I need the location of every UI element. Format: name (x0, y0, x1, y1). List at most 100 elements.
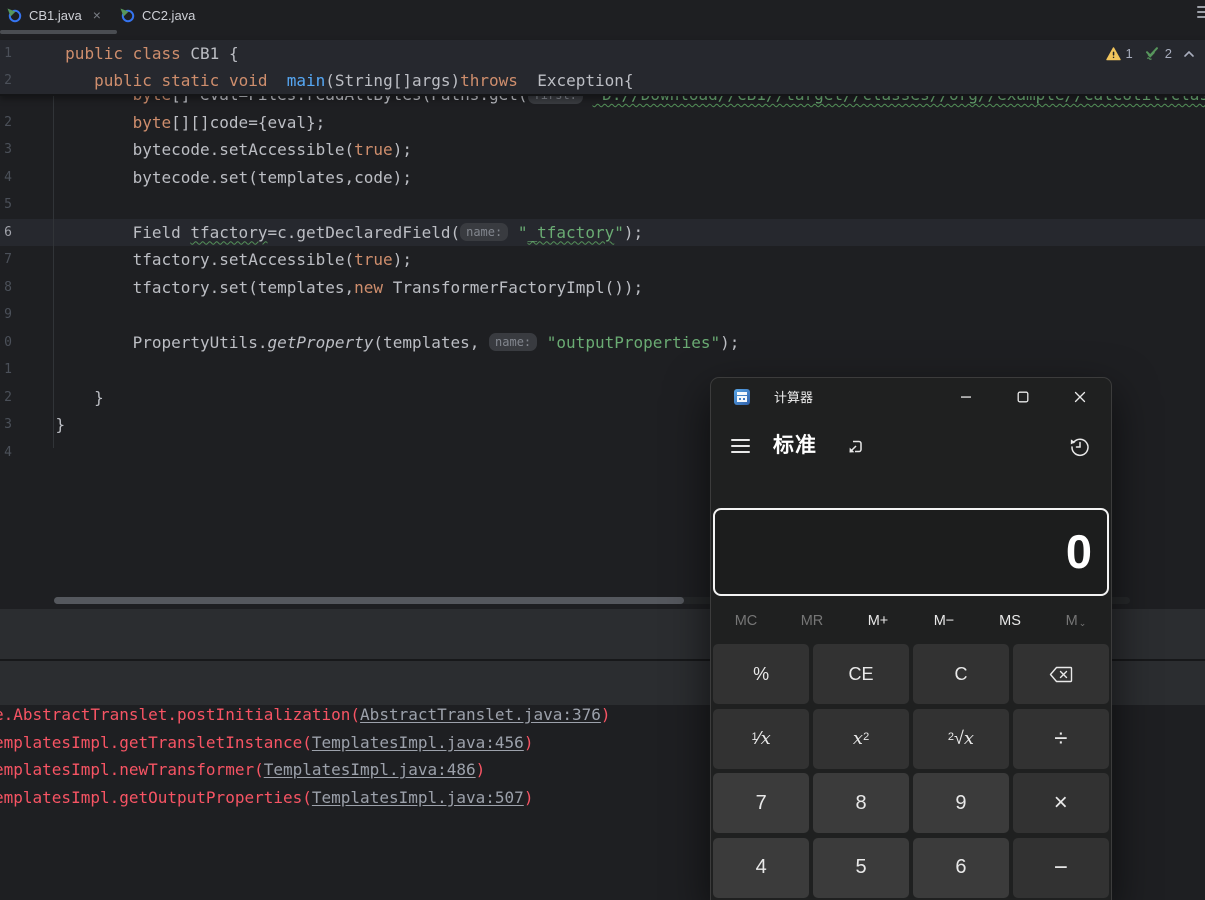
runnable-class-icon (6, 7, 22, 23)
key-label: 5 (856, 856, 867, 879)
memory-button-row: MC MR M+ M− MS M⌄ (713, 604, 1109, 638)
code-token: "outputProperties" (547, 333, 720, 352)
code-token: _tfactory (528, 223, 615, 242)
stack-trace-text: ) (601, 705, 611, 724)
close-button[interactable] (1057, 378, 1103, 416)
calculator-app-icon (734, 389, 750, 405)
calc-key-×[interactable]: × (1013, 773, 1109, 833)
code-token: " (614, 223, 624, 242)
code-token: Exception{ (518, 71, 634, 90)
chevron-down-icon: ⌄ (1079, 618, 1087, 629)
tab-CC2.java[interactable]: CC2.java (113, 0, 207, 30)
code-token: static (162, 71, 220, 90)
code-token (17, 71, 94, 90)
code-token: [][]code={eval}; (171, 113, 325, 132)
typo-check-icon (1144, 46, 1160, 61)
code-token (17, 113, 133, 132)
source-link[interactable]: TemplatesImpl.java:486 (264, 760, 476, 779)
stack-trace-text: e.AbstractTranslet.postInitialization( (0, 705, 360, 724)
chevron-up-icon[interactable] (1183, 50, 1195, 58)
horizontal-scrollbar-thumb[interactable] (54, 597, 684, 604)
memory-button-MR[interactable]: MR (779, 604, 845, 638)
key-label: 4 (756, 856, 767, 879)
key-label: × (1054, 789, 1068, 817)
memory-button-M−[interactable]: M− (911, 604, 977, 638)
code-line: 0 PropertyUtils.getProperty(templates, n… (0, 329, 1205, 357)
code-token (537, 333, 547, 352)
code-token (267, 71, 286, 90)
code-line: 8 tfactory.set(templates,new Transformer… (0, 274, 1205, 302)
code-token: throws (460, 71, 518, 90)
minimize-button[interactable] (943, 378, 989, 416)
tab-label: CC2.java (142, 8, 195, 23)
key-glyph: √ (954, 728, 964, 749)
source-link[interactable]: TemplatesImpl.java:507 (312, 788, 524, 807)
indent-guide (53, 96, 54, 448)
calc-key-CE[interactable]: CE (813, 644, 909, 704)
line-number: 2 (0, 384, 12, 412)
code-token: tfactory (190, 223, 267, 242)
calc-key-9[interactable]: 9 (913, 773, 1009, 833)
calc-key-6[interactable]: 6 (913, 838, 1009, 898)
memory-button-label: MS (999, 613, 1021, 629)
source-link[interactable]: AbstractTranslet.java:376 (360, 705, 601, 724)
code-line: 9 (0, 301, 1205, 329)
calc-key-7[interactable]: 7 (713, 773, 809, 833)
calculator-titlebar[interactable]: 计算器 (711, 378, 1111, 416)
code-token: (templates, (373, 333, 489, 352)
line-number: 7 (0, 246, 12, 274)
backspace-icon (1049, 666, 1073, 683)
history-icon[interactable] (1067, 434, 1093, 460)
keep-on-top-icon[interactable] (843, 434, 867, 460)
inspection-widget[interactable]: 1 2 (1106, 40, 1195, 67)
calc-key-C[interactable]: C (913, 644, 1009, 704)
code-token: void (229, 71, 268, 90)
calculator-window[interactable]: 计算器 标准 0 MCMRM+M−MSM⌄ %CEC1⁄xx (710, 377, 1112, 900)
code-token: getProperty (267, 333, 373, 352)
calc-key-⌫[interactable] (1013, 644, 1109, 704)
memory-button-label: M+ (868, 613, 889, 629)
line-number: 0 (0, 329, 12, 357)
memory-button-label: M− (934, 613, 955, 629)
hamburger-icon[interactable] (731, 439, 750, 457)
memory-button-MS[interactable]: MS (977, 604, 1043, 638)
calc-key-²√x[interactable]: 2√x (913, 709, 1009, 769)
tab-CB1.java[interactable]: CB1.java× (0, 0, 113, 30)
maximize-button[interactable] (1000, 378, 1046, 416)
main-menu-icon[interactable] (1197, 6, 1205, 21)
key-sup: 2 (948, 731, 954, 743)
code-text: } (17, 384, 104, 412)
code-text: tfactory.set(templates,new TransformerFa… (17, 274, 643, 302)
calc-key-5[interactable]: 5 (813, 838, 909, 898)
key-var: x (761, 728, 771, 749)
editor-tab-bar: CB1.java× CC2.java (0, 0, 1205, 34)
calc-key-1/x[interactable]: 1⁄x (713, 709, 809, 769)
code-token: main (287, 71, 326, 90)
sticky-lines-header: 1 public class CB1 {2 public static void… (0, 40, 1205, 96)
code-line: 3 bytecode.setAccessible(true); (0, 136, 1205, 164)
calc-key-−[interactable]: − (1013, 838, 1109, 898)
tab-close-icon[interactable]: × (93, 7, 101, 23)
code-token (219, 71, 229, 90)
memory-button-M[interactable]: M⌄ (1043, 604, 1109, 638)
calculator-display: 0 (713, 508, 1109, 596)
code-text: public class CB1 { (17, 40, 239, 67)
tab-list: CB1.java× CC2.java (0, 0, 207, 30)
line-number: 1 (0, 356, 12, 384)
calc-key-x²[interactable]: x2 (813, 709, 909, 769)
calc-key-÷[interactable]: ÷ (1013, 709, 1109, 769)
code-token: " (518, 223, 528, 242)
memory-button-label: MC (735, 613, 758, 629)
code-text: Field tfactory=c.getDeclaredField(name: … (17, 219, 643, 247)
code-token (508, 223, 518, 242)
key-var: x (964, 728, 974, 749)
calc-key-8[interactable]: 8 (813, 773, 909, 833)
memory-button-MC[interactable]: MC (713, 604, 779, 638)
line-number: 4 (0, 164, 12, 192)
memory-button-M+[interactable]: M+ (845, 604, 911, 638)
source-link[interactable]: TemplatesImpl.java:456 (312, 733, 524, 752)
calc-key-%[interactable]: % (713, 644, 809, 704)
ide-screen: CB1.java×CC2.java byte[] eval=Files.read… (0, 0, 1205, 900)
stack-trace-line: emplatesImpl.newTransformer(TemplatesImp… (0, 756, 485, 784)
calc-key-4[interactable]: 4 (713, 838, 809, 898)
